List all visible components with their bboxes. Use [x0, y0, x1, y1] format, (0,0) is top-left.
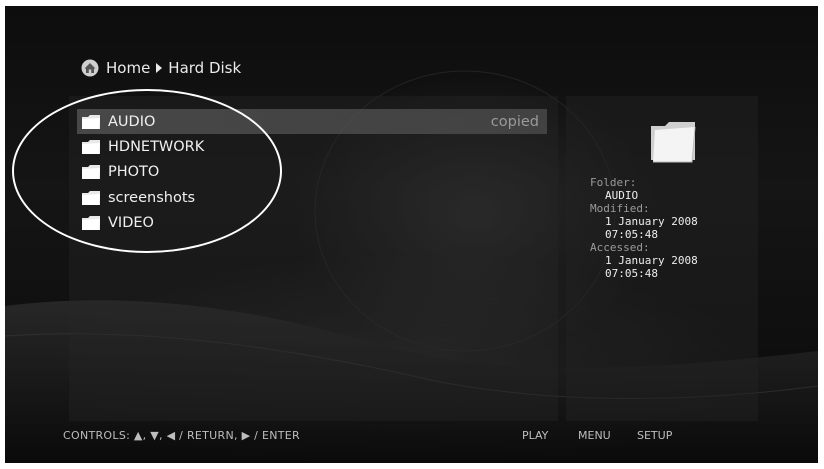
file-name: HDNETWORK [108, 138, 205, 155]
file-row-video[interactable]: VIDEO [77, 210, 547, 235]
file-row-photo[interactable]: PHOTO [77, 160, 547, 185]
file-row-screenshots[interactable]: screenshots [77, 185, 547, 210]
folder-icon [81, 215, 101, 231]
copy-status: copied [490, 113, 539, 130]
triangle-right-icon [156, 63, 163, 73]
folder-icon [81, 164, 101, 180]
menu-button[interactable]: MENU [578, 429, 611, 442]
folder-info: Folder: AUDIO Modified: 1 January 2008 0… [590, 176, 750, 280]
file-name: PHOTO [108, 164, 160, 181]
file-list: AUDIO copied HDNETWORK PHOTO screenshots… [77, 109, 547, 235]
file-row-audio[interactable]: AUDIO copied [77, 109, 547, 135]
folder-icon [81, 139, 101, 155]
play-button[interactable]: PLAY [522, 429, 548, 442]
open-folder-icon [645, 112, 701, 168]
folder-value: AUDIO [605, 189, 639, 202]
breadcrumb-current: Hard Disk [168, 59, 242, 77]
file-name: AUDIO [108, 113, 156, 130]
folder-icon [81, 114, 101, 130]
accessed-date: 1 January 2008 [605, 254, 698, 267]
breadcrumb: Home Hard Disk [81, 57, 241, 79]
modified-label: Modified: [590, 202, 650, 215]
accessed-time: 07:05:48 [605, 267, 658, 280]
file-name: VIDEO [108, 214, 154, 231]
modified-time: 07:05:48 [605, 228, 658, 241]
controls-hint: CONTROLS: ▲, ▼, ◀ / RETURN, ▶ / ENTER [63, 429, 300, 442]
file-row-hdnetwork[interactable]: HDNETWORK [77, 134, 547, 159]
home-icon[interactable] [81, 59, 99, 77]
accessed-label: Accessed: [590, 241, 650, 254]
file-name: screenshots [108, 189, 196, 206]
folder-label: Folder: [590, 176, 637, 189]
folder-icon [81, 190, 101, 206]
modified-date: 1 January 2008 [605, 215, 698, 228]
breadcrumb-home[interactable]: Home [106, 59, 150, 77]
setup-button[interactable]: SETUP [637, 429, 672, 442]
footer-bar: CONTROLS: ▲, ▼, ◀ / RETURN, ▶ / ENTER PL… [0, 425, 813, 447]
